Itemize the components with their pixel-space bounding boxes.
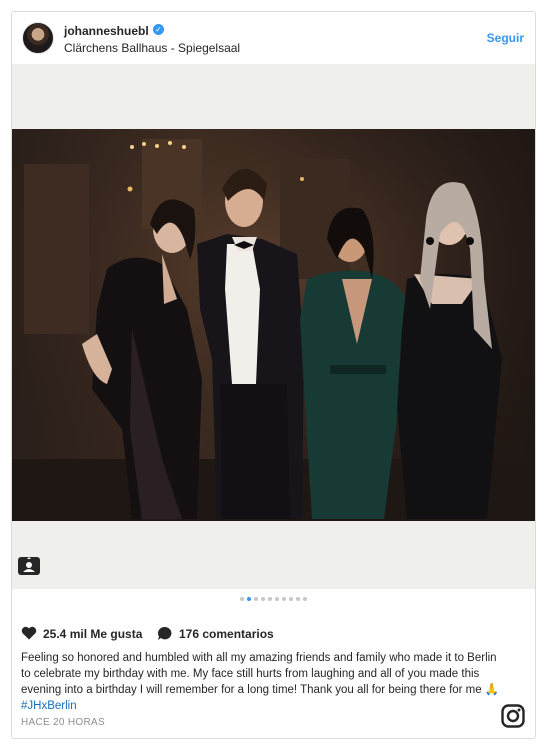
carousel-dot xyxy=(254,597,258,601)
caption-text: Feeling so honored and humbled with all … xyxy=(21,652,497,696)
comment-bubble-icon[interactable] xyxy=(157,626,173,644)
photo-illustration xyxy=(12,129,535,521)
carousel-dot xyxy=(296,597,300,601)
carousel-dot xyxy=(282,597,286,601)
instagram-icon[interactable] xyxy=(501,704,525,728)
follow-button[interactable]: Seguir xyxy=(487,31,524,45)
carousel-dot xyxy=(240,597,244,601)
carousel-dot xyxy=(289,597,293,601)
post-media[interactable] xyxy=(12,64,535,589)
comments-count[interactable]: 176 comentarios xyxy=(179,627,274,641)
carousel-dot xyxy=(261,597,265,601)
carousel-dot-active xyxy=(247,597,251,601)
hashtag-link[interactable]: #JHxBerlin xyxy=(21,700,77,712)
avatar[interactable] xyxy=(22,22,54,54)
carousel-dot xyxy=(303,597,307,601)
username[interactable]: johanneshuebl xyxy=(64,24,149,38)
post-caption: Feeling so honored and humbled with all … xyxy=(21,650,506,714)
user-tag-icon[interactable] xyxy=(18,557,40,575)
likes-count[interactable]: 25.4 mil Me gusta xyxy=(43,627,142,641)
instagram-embed-card: johanneshuebl ✓ Clärchens Ballhaus - Spi… xyxy=(11,11,536,739)
post-photo[interactable] xyxy=(12,129,535,521)
verified-badge-icon: ✓ xyxy=(153,24,164,35)
carousel-indicator xyxy=(12,597,535,605)
post-header: johanneshuebl ✓ Clärchens Ballhaus - Spi… xyxy=(12,12,535,64)
carousel-dot xyxy=(275,597,279,601)
location-link[interactable]: Clärchens Ballhaus - Spiegelsaal xyxy=(64,41,240,55)
engagement-stats: 25.4 mil Me gusta 176 comentarios xyxy=(21,626,521,642)
carousel-dot xyxy=(268,597,272,601)
praying-hands-emoji: 🙏 xyxy=(484,684,500,696)
heart-icon[interactable] xyxy=(21,626,37,643)
post-timestamp[interactable]: HACE 20 HORAS xyxy=(21,717,105,728)
